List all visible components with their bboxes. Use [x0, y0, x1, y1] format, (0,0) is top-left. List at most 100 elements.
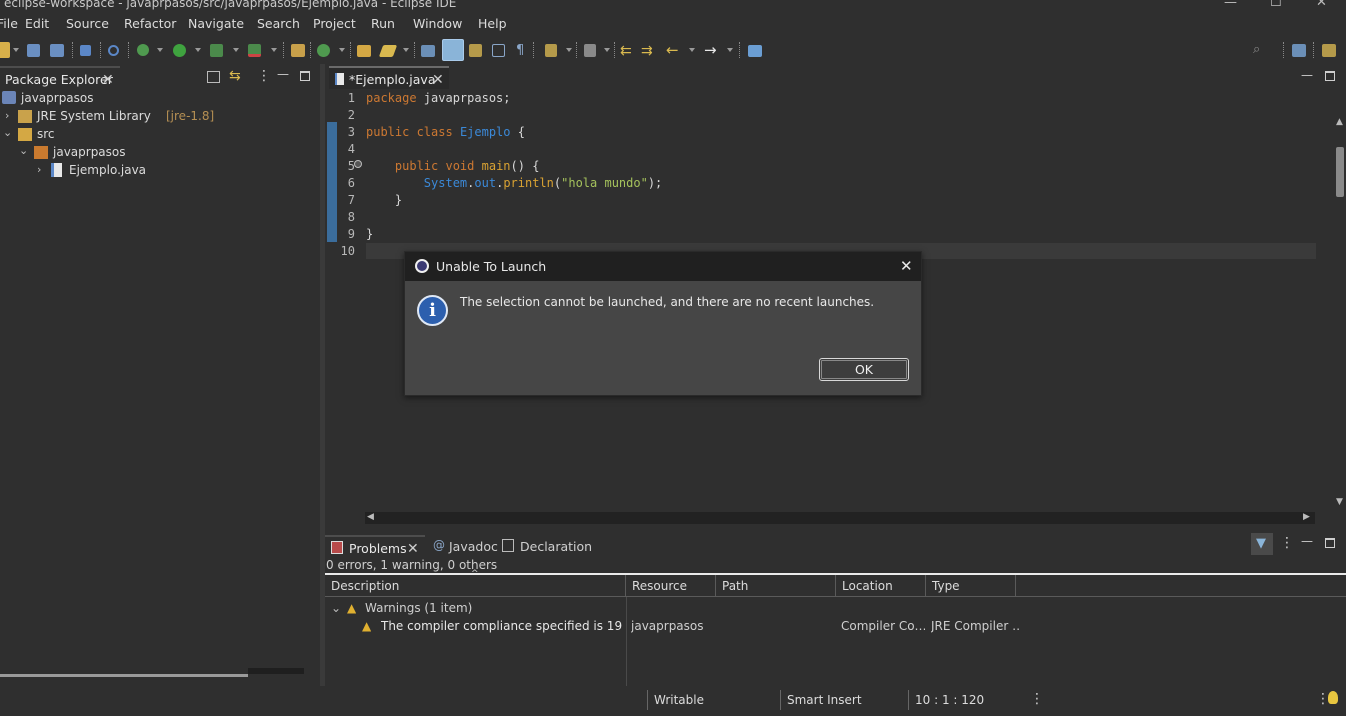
- search-icon[interactable]: [378, 45, 398, 57]
- java-perspective-icon[interactable]: [1322, 44, 1336, 57]
- back-dropdown-icon[interactable]: [689, 48, 695, 52]
- minimize-icon[interactable]: —: [1301, 534, 1313, 548]
- horizontal-scrollbar[interactable]: [0, 674, 248, 677]
- menu-search[interactable]: Search: [257, 16, 300, 31]
- previous-annotation-icon[interactable]: [584, 44, 596, 57]
- source-folder-icon: [18, 128, 32, 141]
- menu-window[interactable]: Window: [413, 16, 462, 31]
- chevron-down-icon[interactable]: ⌄: [19, 144, 28, 157]
- open-type-icon[interactable]: [80, 45, 91, 56]
- menu-source[interactable]: Source: [66, 16, 109, 31]
- next-annotation-dropdown-icon[interactable]: [566, 48, 572, 52]
- open-task-icon[interactable]: [357, 45, 371, 57]
- tab-javadoc[interactable]: @ Javadoc: [429, 535, 499, 557]
- close-icon[interactable]: ✕: [432, 73, 444, 87]
- chevron-down-icon[interactable]: ⌄: [331, 601, 341, 615]
- save-icon[interactable]: [27, 44, 40, 57]
- column-header-type[interactable]: Type: [926, 575, 1016, 597]
- status-menu-icon[interactable]: ⋮: [1030, 691, 1044, 707]
- table-row[interactable]: ▲ The compiler compliance specified is 1…: [325, 617, 1346, 635]
- link-with-editor-icon[interactable]: ⇆: [229, 68, 241, 84]
- open-perspective-icon[interactable]: [1292, 44, 1306, 57]
- close-icon[interactable]: ✕: [407, 542, 419, 556]
- search-dropdown-icon[interactable]: [403, 48, 409, 52]
- previous-annotation-dropdown-icon[interactable]: [604, 48, 610, 52]
- last-edit-location-icon[interactable]: ⇇: [620, 44, 634, 58]
- chevron-right-icon[interactable]: ›: [37, 163, 41, 176]
- maximize-icon[interactable]: [1325, 71, 1335, 81]
- save-all-icon[interactable]: [50, 44, 64, 57]
- coverage-icon[interactable]: [210, 44, 223, 57]
- maximize-icon[interactable]: ☐: [1270, 0, 1282, 10]
- new-java-project-icon[interactable]: [291, 44, 305, 57]
- toggle-block-selection-icon[interactable]: [442, 39, 464, 61]
- run-dropdown-icon[interactable]: [195, 48, 201, 52]
- menu-run[interactable]: Run: [371, 16, 395, 31]
- scroll-down-icon[interactable]: ▼: [1336, 497, 1343, 507]
- vertical-scrollbar[interactable]: ▲ ▼: [1335, 117, 1346, 537]
- menu-help[interactable]: Help: [478, 16, 507, 31]
- tab-declaration[interactable]: Declaration: [500, 535, 592, 557]
- scroll-left-icon[interactable]: ◀: [367, 512, 374, 522]
- view-menu-icon[interactable]: ⋮: [257, 68, 271, 84]
- debug-icon[interactable]: [137, 44, 149, 56]
- chevron-down-icon[interactable]: ⌄: [3, 126, 12, 139]
- fold-collapse-icon[interactable]: [354, 160, 362, 168]
- external-tools-dropdown-icon[interactable]: [271, 48, 277, 52]
- next-annotation-icon[interactable]: [545, 44, 557, 57]
- tab-problems[interactable]: Problems ✕: [325, 535, 425, 557]
- table-group-row[interactable]: ⌄ ▲ Warnings (1 item): [325, 599, 1346, 617]
- editor-horizontal-scrollbar[interactable]: ◀ ▶: [365, 512, 1315, 524]
- minimize-icon[interactable]: —: [1301, 68, 1313, 82]
- menu-file[interactable]: File: [0, 16, 18, 31]
- skip-breakpoints-icon[interactable]: [108, 45, 119, 56]
- close-icon[interactable]: ✕: [900, 257, 913, 275]
- menu-navigate[interactable]: Navigate: [188, 16, 244, 31]
- new-dropdown-icon[interactable]: [13, 48, 19, 52]
- collapse-all-icon[interactable]: [207, 71, 220, 83]
- next-edit-location-icon[interactable]: ⇉: [641, 44, 655, 58]
- close-window-icon[interactable]: ✕: [1316, 0, 1327, 10]
- status-cursor-position[interactable]: 10 : 1 : 120: [908, 690, 990, 710]
- minimize-icon[interactable]: —: [1224, 0, 1237, 10]
- back-icon[interactable]: ←: [666, 43, 680, 58]
- filter-icon[interactable]: ▼: [1251, 533, 1273, 555]
- external-tools-icon[interactable]: [248, 44, 261, 57]
- column-header-location[interactable]: Location: [836, 575, 926, 597]
- menu-project[interactable]: Project: [313, 16, 356, 31]
- status-insert-mode[interactable]: Smart Insert: [780, 690, 868, 710]
- close-icon[interactable]: ✕: [102, 73, 114, 87]
- search-icon[interactable]: ⌕: [1253, 43, 1266, 56]
- minimize-icon[interactable]: —: [277, 67, 289, 81]
- tip-lightbulb-icon[interactable]: [1328, 691, 1338, 704]
- view-menu-icon[interactable]: ⋮: [1280, 535, 1294, 551]
- tab-package-explorer[interactable]: Package Explorer ✕: [0, 66, 120, 90]
- dialog-title: Unable To Launch: [436, 259, 547, 274]
- chevron-right-icon[interactable]: ›: [5, 109, 9, 122]
- new-class-icon[interactable]: [317, 44, 330, 57]
- maximize-icon[interactable]: [1325, 538, 1335, 548]
- ok-button[interactable]: OK: [819, 358, 909, 381]
- pilcrow-icon[interactable]: ¶: [516, 44, 526, 57]
- forward-dropdown-icon[interactable]: [727, 48, 733, 52]
- debug-dropdown-icon[interactable]: [157, 48, 163, 52]
- word-wrap-icon[interactable]: [469, 44, 482, 57]
- toggle-mark-occurrences-icon[interactable]: [421, 45, 435, 57]
- maximize-icon[interactable]: [300, 71, 310, 81]
- show-whitespace-icon[interactable]: [492, 44, 505, 57]
- new-icon[interactable]: [0, 42, 10, 58]
- column-header-description[interactable]: Description: [325, 575, 626, 597]
- scroll-right-icon[interactable]: ▶: [1303, 512, 1310, 522]
- run-icon[interactable]: [173, 44, 186, 57]
- new-class-dropdown-icon[interactable]: [339, 48, 345, 52]
- column-header-path[interactable]: Path: [716, 575, 836, 597]
- scrollbar-thumb[interactable]: [1336, 147, 1344, 197]
- scroll-up-icon[interactable]: ▲: [1336, 117, 1343, 127]
- pin-editor-icon[interactable]: [748, 45, 762, 57]
- coverage-dropdown-icon[interactable]: [233, 48, 239, 52]
- tab-ejemplo-java[interactable]: *Ejemplo.java ✕: [329, 66, 449, 89]
- forward-icon[interactable]: →: [704, 43, 718, 58]
- column-header-resource[interactable]: Resource: [626, 575, 716, 597]
- menu-edit[interactable]: Edit: [25, 16, 49, 31]
- menu-refactor[interactable]: Refactor: [124, 16, 176, 31]
